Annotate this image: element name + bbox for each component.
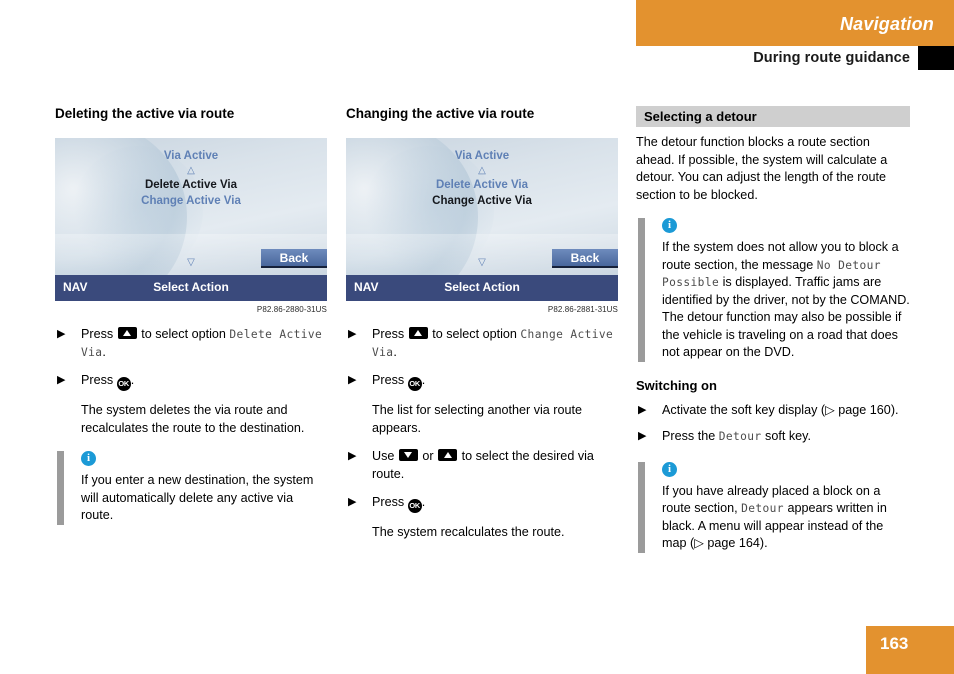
step-text: Press [81, 373, 114, 388]
ok-key-icon: OK [407, 499, 422, 514]
page-reference-164[interactable]: page 164 [707, 536, 760, 550]
chapter-title: Navigation [839, 14, 934, 34]
screen-status-bar: NAV Select Action [346, 275, 618, 302]
screen-menu-title: Via Active [454, 150, 510, 163]
step-text: Press [81, 327, 114, 342]
detour-intro-text: The detour function blocks a route secti… [636, 135, 888, 202]
info-icon: i [81, 451, 96, 467]
step-bullet-icon: ▶ [348, 496, 357, 509]
scroll-up-arrow-icon: △ [478, 165, 486, 177]
scroll-up-arrow-icon: △ [187, 165, 195, 177]
arrow-up-key-icon [438, 449, 458, 462]
page-number: 163 [880, 634, 909, 653]
left-note-block: i If you enter a new destination, the sy… [55, 451, 327, 525]
middle-step-2: ▶ Press OK. [346, 372, 618, 392]
step-period: . [393, 344, 397, 359]
middle-column: Changing the active via route Via Active… [346, 106, 618, 553]
screen-menu-item-change-active-via[interactable]: Change Active Via [55, 193, 327, 209]
manual-page: Navigation During route guidance Deletin… [0, 0, 954, 674]
screen-status-action-label: Select Action [153, 280, 229, 295]
screen-menu-item-change-active-via[interactable]: Change Active Via [346, 193, 618, 209]
left-figure-caption: P82.86-2880-31US [256, 305, 327, 315]
step-period: . [130, 373, 135, 388]
left-column-heading: Deleting the active via route [55, 106, 235, 121]
screen-status-action-label: Select Action [444, 280, 520, 295]
page-ref-arrow-icon: ▷ [694, 536, 704, 550]
screen-menu-item-delete-active-via[interactable]: Delete Active Via [346, 177, 618, 193]
middle-step-3: ▶ Use or to select the desired via route… [346, 448, 618, 483]
note-sidebar [57, 451, 64, 525]
left-result-text: The system deletes the via route and rec… [81, 403, 305, 435]
middle-result-text-2: The system recalculates the route. [372, 525, 565, 540]
screen-menu-list: Via Active △ Delete Active Via Change Ac… [346, 148, 618, 209]
subsection-banner-selecting-a-detour: Selecting a detour [636, 106, 910, 127]
info-icon: i [662, 461, 677, 477]
step-period: . [421, 373, 426, 388]
step-text: Activate the soft key display ( [662, 402, 826, 417]
note-text: If you enter a new destination, the syst… [81, 473, 314, 523]
soft-key-name-detour: Detour [718, 430, 762, 443]
section-title: During route guidance [753, 50, 910, 66]
middle-result-text-1: The list for selecting another via route… [372, 403, 583, 435]
left-step-2: ▶ Press OK. [55, 372, 327, 392]
step-text: Press [372, 495, 405, 510]
left-column: Deleting the active via route Via Active… [55, 106, 327, 529]
step-text-after: ). [890, 402, 899, 417]
right-step-2: ▶ Press the Detour soft key. [636, 428, 910, 446]
comand-screen-change-via: Via Active △ Delete Active Via Change Ac… [346, 138, 618, 302]
right-column: Selecting a detour The detour function b… [636, 106, 910, 557]
note-text: If the system does not allow you to bloc… [662, 239, 910, 362]
screen-back-button[interactable]: Back [261, 249, 327, 269]
right-step-1: ▶ Activate the soft key display (▷ page 1… [636, 402, 910, 420]
right-note-block-2: i If you have already placed a block on … [636, 461, 910, 553]
step-period: . [421, 495, 426, 510]
chapter-tab-marker [918, 46, 954, 70]
step-text-or: or [422, 449, 434, 464]
step-bullet-icon: ▶ [57, 374, 66, 387]
note-text: If you have already placed a block on a … [662, 483, 910, 553]
ok-key-icon: OK [116, 377, 131, 392]
step-bullet-icon: ▶ [348, 450, 357, 463]
middle-figure-caption: P82.86-2881-31US [547, 305, 618, 315]
soft-key-name-detour: Detour [741, 502, 784, 515]
screen-status-bar: NAV Select Action [55, 275, 327, 302]
note-sidebar [638, 218, 645, 362]
step-text: Press [372, 327, 405, 342]
arrow-up-key-icon [117, 327, 137, 340]
screen-menu-item-delete-active-via[interactable]: Delete Active Via [55, 177, 327, 193]
step-bullet-icon: ▶ [638, 430, 647, 442]
info-icon: i [662, 218, 677, 233]
page-ref-arrow-icon: ▷ [825, 402, 835, 417]
step-text-after: soft key. [765, 429, 811, 443]
page-reference-160[interactable]: page 160 [838, 403, 891, 417]
left-step-list: ▶ Press to select option Delete Active V… [55, 326, 327, 437]
note-text-part-3: ). [759, 536, 768, 550]
ok-key-icon: OK [407, 377, 422, 392]
step-text-mid: to select option [432, 327, 517, 342]
note-sidebar [638, 461, 645, 553]
step-bullet-icon: ▶ [348, 328, 357, 341]
middle-column-heading: Changing the active via route [346, 106, 535, 121]
comand-screen-delete-via: Via Active △ Delete Active Via Change Ac… [55, 138, 327, 302]
arrow-up-key-icon [408, 327, 428, 340]
step-bullet-icon: ▶ [57, 328, 66, 341]
middle-step-1: ▶ Press to select option Change Active V… [346, 326, 618, 361]
switching-on-heading: Switching on [636, 377, 717, 393]
right-note-block-1: i If the system does not allow you to bl… [636, 218, 910, 362]
step-text-mid: to select option [141, 327, 226, 342]
middle-step-list: ▶ Press to select option Change Active V… [346, 326, 618, 542]
screen-menu-list: Via Active △ Delete Active Via Change Ac… [55, 148, 327, 209]
step-bullet-icon: ▶ [638, 403, 647, 416]
step-bullet-icon: ▶ [348, 374, 357, 387]
arrow-down-key-icon [398, 449, 418, 462]
step-text: Press [372, 373, 405, 388]
middle-step-4: ▶ Press OK. [346, 494, 618, 514]
screen-back-button[interactable]: Back [552, 249, 618, 269]
screen-menu-title: Via Active [163, 150, 219, 163]
step-period: . [102, 344, 106, 359]
step-text: Press the [662, 429, 716, 443]
step-text: Use [372, 449, 395, 464]
left-step-1: ▶ Press to select option Delete Active V… [55, 326, 327, 361]
